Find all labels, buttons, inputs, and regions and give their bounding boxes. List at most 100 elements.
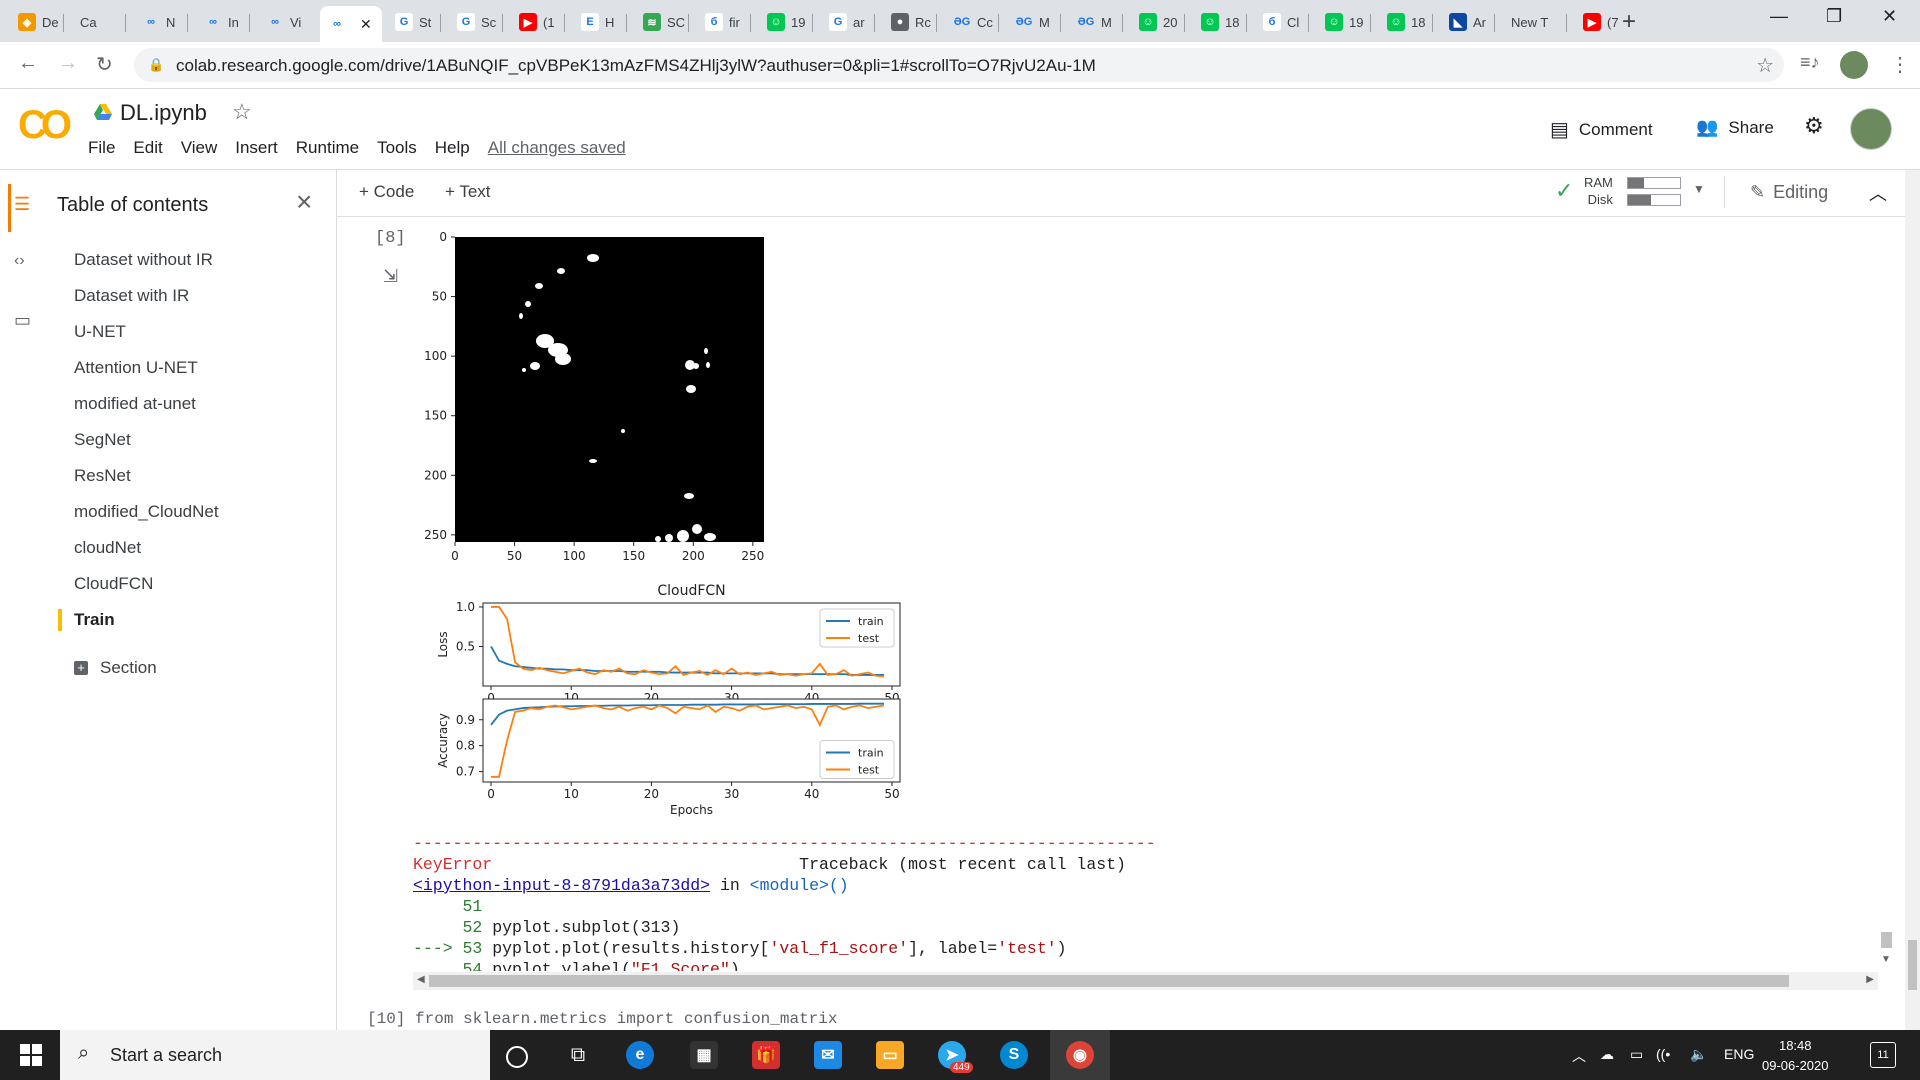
- collapse-chevron-up-icon[interactable]: ︿: [1869, 180, 1887, 206]
- toc-item-dataset-without-ir[interactable]: Dataset without IR: [74, 250, 213, 270]
- editing-mode-button[interactable]: ✎ Editing: [1750, 182, 1828, 203]
- tray-wifi-icon[interactable]: ((•: [1656, 1046, 1670, 1062]
- browser-tab[interactable]: б fir: [697, 6, 754, 38]
- new-tab-button[interactable]: +: [1622, 8, 1636, 36]
- tray-battery-icon[interactable]: ▭: [1630, 1046, 1643, 1063]
- toc-item-u-net[interactable]: U-NET: [74, 322, 126, 342]
- toc-item-resnet[interactable]: ResNet: [74, 466, 131, 486]
- ipython-input-link[interactable]: <ipython-input-8-8791da3a73dd>: [413, 876, 710, 895]
- tray-language[interactable]: ENG: [1724, 1046, 1754, 1062]
- output-vertical-scrollbar[interactable]: ▼: [1878, 226, 1895, 972]
- browser-tab[interactable]: ☺ 19: [1317, 6, 1374, 38]
- toc-item-modified-cloudnet[interactable]: modified_CloudNet: [74, 502, 219, 522]
- back-icon[interactable]: ←: [18, 52, 38, 75]
- toc-item-train[interactable]: Train: [74, 610, 115, 630]
- browser-tab[interactable]: ƏG M: [1007, 6, 1064, 38]
- add-text-button[interactable]: + Text: [445, 182, 491, 202]
- settings-gear-icon[interactable]: ⚙: [1804, 113, 1824, 139]
- restore-icon[interactable]: ❐: [1826, 6, 1842, 27]
- browser-tab[interactable]: ◈ De: [10, 6, 67, 38]
- tray-chevron-up-icon[interactable]: ︿: [1572, 1046, 1586, 1066]
- menu-runtime[interactable]: Runtime: [296, 138, 359, 158]
- browser-tab[interactable]: ☺ 18: [1379, 6, 1436, 38]
- toc-item-attention-u-net[interactable]: Attention U-NET: [74, 358, 198, 378]
- edge-browser-icon[interactable]: e: [626, 1041, 654, 1069]
- browser-tab[interactable]: б Cl: [1255, 6, 1312, 38]
- tray-network-icon[interactable]: ☁: [1600, 1046, 1614, 1063]
- toc-item-dataset-with-ir[interactable]: Dataset with IR: [74, 286, 189, 306]
- tray-volume-icon[interactable]: 🔈: [1690, 1046, 1707, 1063]
- toc-item-segnet[interactable]: SegNet: [74, 430, 131, 450]
- add-section-button[interactable]: + Section: [74, 658, 157, 678]
- toc-item-cloudfcn[interactable]: CloudFCN: [74, 574, 153, 594]
- browser-menu-icon[interactable]: ⋮: [1890, 52, 1910, 77]
- comment-button[interactable]: ▤ Comment: [1550, 117, 1653, 142]
- page-scroll-thumb[interactable]: [1908, 940, 1917, 990]
- browser-tab[interactable]: ƏG M: [1069, 6, 1126, 38]
- browser-tab[interactable]: ◣ Ar: [1441, 6, 1498, 38]
- browser-tab[interactable]: EH: [573, 6, 630, 38]
- colab-logo[interactable]: CO: [18, 103, 72, 148]
- browser-tab[interactable]: ƏG Cc: [945, 6, 1002, 38]
- cortana-icon[interactable]: [506, 1046, 528, 1068]
- share-button[interactable]: 👥 Share: [1696, 117, 1774, 138]
- browser-tab[interactable]: ☺ 18: [1193, 6, 1250, 38]
- browser-tab[interactable]: New T: [1503, 6, 1570, 38]
- scroll-down-arrow-icon[interactable]: ▼: [1881, 954, 1891, 965]
- runtime-dropdown-icon[interactable]: ▼: [1693, 182, 1705, 196]
- menu-tools[interactable]: Tools: [377, 138, 417, 158]
- browser-tab[interactable]: ▶ (1: [511, 6, 568, 38]
- mail-icon[interactable]: ✉: [814, 1041, 842, 1069]
- minimize-icon[interactable]: —: [1770, 6, 1788, 27]
- menu-help[interactable]: Help: [435, 138, 470, 158]
- page-scrollbar[interactable]: [1905, 170, 1920, 1030]
- browser-tab[interactable]: Ca: [72, 6, 129, 38]
- menu-edit[interactable]: Edit: [133, 138, 162, 158]
- taskbar-search-box[interactable]: ⌕ Start a search: [60, 1030, 490, 1080]
- browser-tab[interactable]: ≋ SC: [635, 6, 692, 38]
- output-action-icon[interactable]: ⇲: [383, 266, 398, 287]
- menu-view[interactable]: View: [181, 138, 218, 158]
- close-toc-icon[interactable]: ×: [296, 186, 312, 218]
- browser-tab[interactable]: ☺ 20: [1131, 6, 1188, 38]
- table-of-contents-icon[interactable]: ☰: [14, 194, 30, 215]
- vertical-scroll-thumb[interactable]: [1881, 932, 1892, 948]
- browser-tab[interactable]: ☺ 19: [759, 6, 816, 38]
- menu-insert[interactable]: Insert: [235, 138, 278, 158]
- profile-avatar[interactable]: [1840, 51, 1868, 79]
- user-avatar[interactable]: [1850, 108, 1892, 150]
- url-text[interactable]: colab.research.google.com/drive/1ABuNQIF…: [176, 56, 1096, 76]
- scroll-left-arrow-icon[interactable]: ◀: [417, 974, 425, 985]
- windows-start-icon[interactable]: [20, 1044, 42, 1066]
- notification-center-icon[interactable]: 11: [1870, 1042, 1896, 1068]
- add-code-button[interactable]: + Code: [359, 182, 414, 202]
- output-horizontal-scrollbar[interactable]: ◀ ▶: [413, 972, 1878, 990]
- files-folder-icon[interactable]: ▭: [14, 310, 31, 331]
- address-bar[interactable]: 🔒 colab.research.google.com/drive/1ABuNQ…: [134, 48, 1784, 82]
- browser-tab[interactable]: ∞ ✕: [320, 6, 382, 42]
- horizontal-scroll-thumb[interactable]: [429, 975, 1789, 987]
- task-view-icon[interactable]: ⧉: [564, 1041, 592, 1069]
- star-notebook-icon[interactable]: ☆: [232, 99, 252, 125]
- chrome-icon[interactable]: ◉: [1066, 1041, 1094, 1069]
- toc-item-cloudnet[interactable]: cloudNet: [74, 538, 141, 558]
- browser-tab[interactable]: G St: [387, 6, 444, 38]
- notebook-title[interactable]: DL.ipynb: [120, 100, 207, 126]
- browser-tab[interactable]: ∞ Vi: [258, 6, 315, 38]
- browser-tab[interactable]: G Sc: [449, 6, 506, 38]
- microsoft-store-icon[interactable]: ▦: [690, 1041, 718, 1069]
- code-snippets-icon[interactable]: ‹›: [14, 252, 25, 270]
- skype-icon[interactable]: S: [1000, 1041, 1028, 1069]
- browser-tab[interactable]: ● Rc: [883, 6, 940, 38]
- close-tab-icon[interactable]: ✕: [360, 16, 372, 33]
- gift-app-icon[interactable]: 🎁: [752, 1041, 780, 1069]
- taskbar-clock[interactable]: 18:48 09-06-2020: [1762, 1036, 1829, 1076]
- browser-tab[interactable]: ∞ N: [134, 6, 191, 38]
- reload-icon[interactable]: ↻: [96, 52, 113, 77]
- next-code-cell[interactable]: [10] from sklearn.metrics import confusi…: [367, 1010, 1897, 1030]
- media-control-icon[interactable]: ≡♪: [1800, 52, 1820, 73]
- forward-icon[interactable]: →: [58, 52, 78, 75]
- save-status[interactable]: All changes saved: [488, 138, 626, 158]
- toc-item-modified-at-unet[interactable]: modified at-unet: [74, 394, 196, 414]
- file-explorer-icon[interactable]: ▭: [876, 1041, 904, 1069]
